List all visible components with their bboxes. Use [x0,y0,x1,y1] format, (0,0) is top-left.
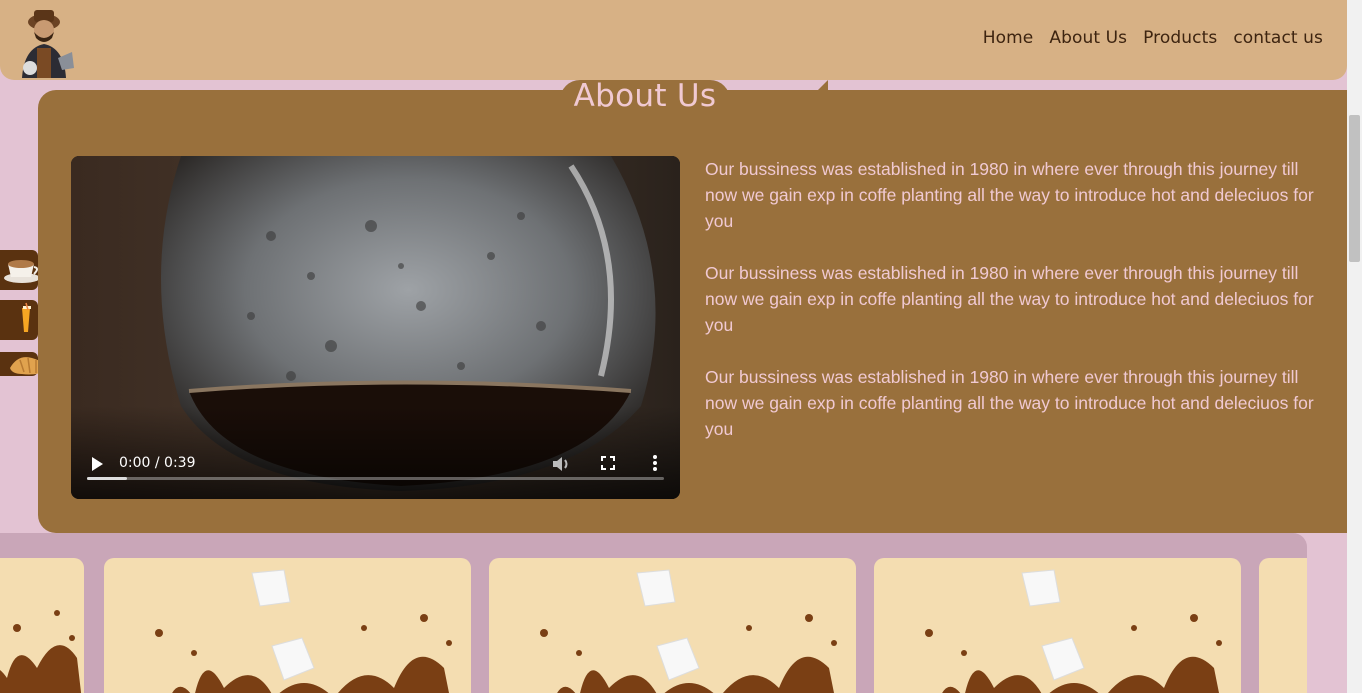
product-card[interactable] [0,558,84,693]
product-card[interactable] [874,558,1241,693]
play-icon[interactable] [89,455,105,473]
more-options-icon[interactable] [651,454,659,472]
section-corner [818,80,828,90]
nav-home-link[interactable]: Home [983,28,1034,48]
nav-products-link[interactable]: Products [1143,28,1217,48]
about-paragraph: Our bussiness was established in 1980 in… [705,159,1314,231]
barista-logo-icon[interactable] [10,2,78,78]
header: Home About Us Products contact us [0,0,1347,80]
nav-about-link[interactable]: About Us [1049,28,1127,48]
page-scrollbar[interactable] [1347,0,1362,693]
video-time: 0:00 / 0:39 [119,455,196,471]
nav-contact-link[interactable]: contact us [1233,28,1323,48]
main-nav: Home About Us Products contact us [983,28,1323,48]
product-card[interactable] [104,558,471,693]
about-paragraph: Our bussiness was established in 1980 in… [705,367,1314,439]
video-controls: 0:00 / 0:39 [71,429,680,499]
video-progress-bar[interactable] [87,477,664,480]
product-card[interactable] [1259,558,1307,693]
juice-glass-icon [22,302,31,332]
about-video[interactable]: 0:00 / 0:39 [71,156,680,499]
coffee-splash-image [925,569,1222,693]
products-strip [0,533,1307,693]
fullscreen-icon[interactable] [601,456,615,470]
side-juice-button[interactable] [0,300,38,340]
volume-icon[interactable] [551,455,571,473]
coffee-splash-image [155,569,452,693]
product-card[interactable] [489,558,856,693]
about-paragraph: Our bussiness was established in 1980 in… [705,263,1314,335]
coffee-splash-image [540,569,837,693]
scrollbar-thumb[interactable] [1349,115,1360,262]
about-text: Our bussiness was established in 1980 in… [705,156,1315,468]
about-title: About Us [573,78,717,114]
video-progress-fill [87,477,128,480]
side-coffee-button[interactable] [0,250,40,290]
coffee-splash-image [0,610,82,693]
side-croissant-button[interactable] [0,352,48,376]
